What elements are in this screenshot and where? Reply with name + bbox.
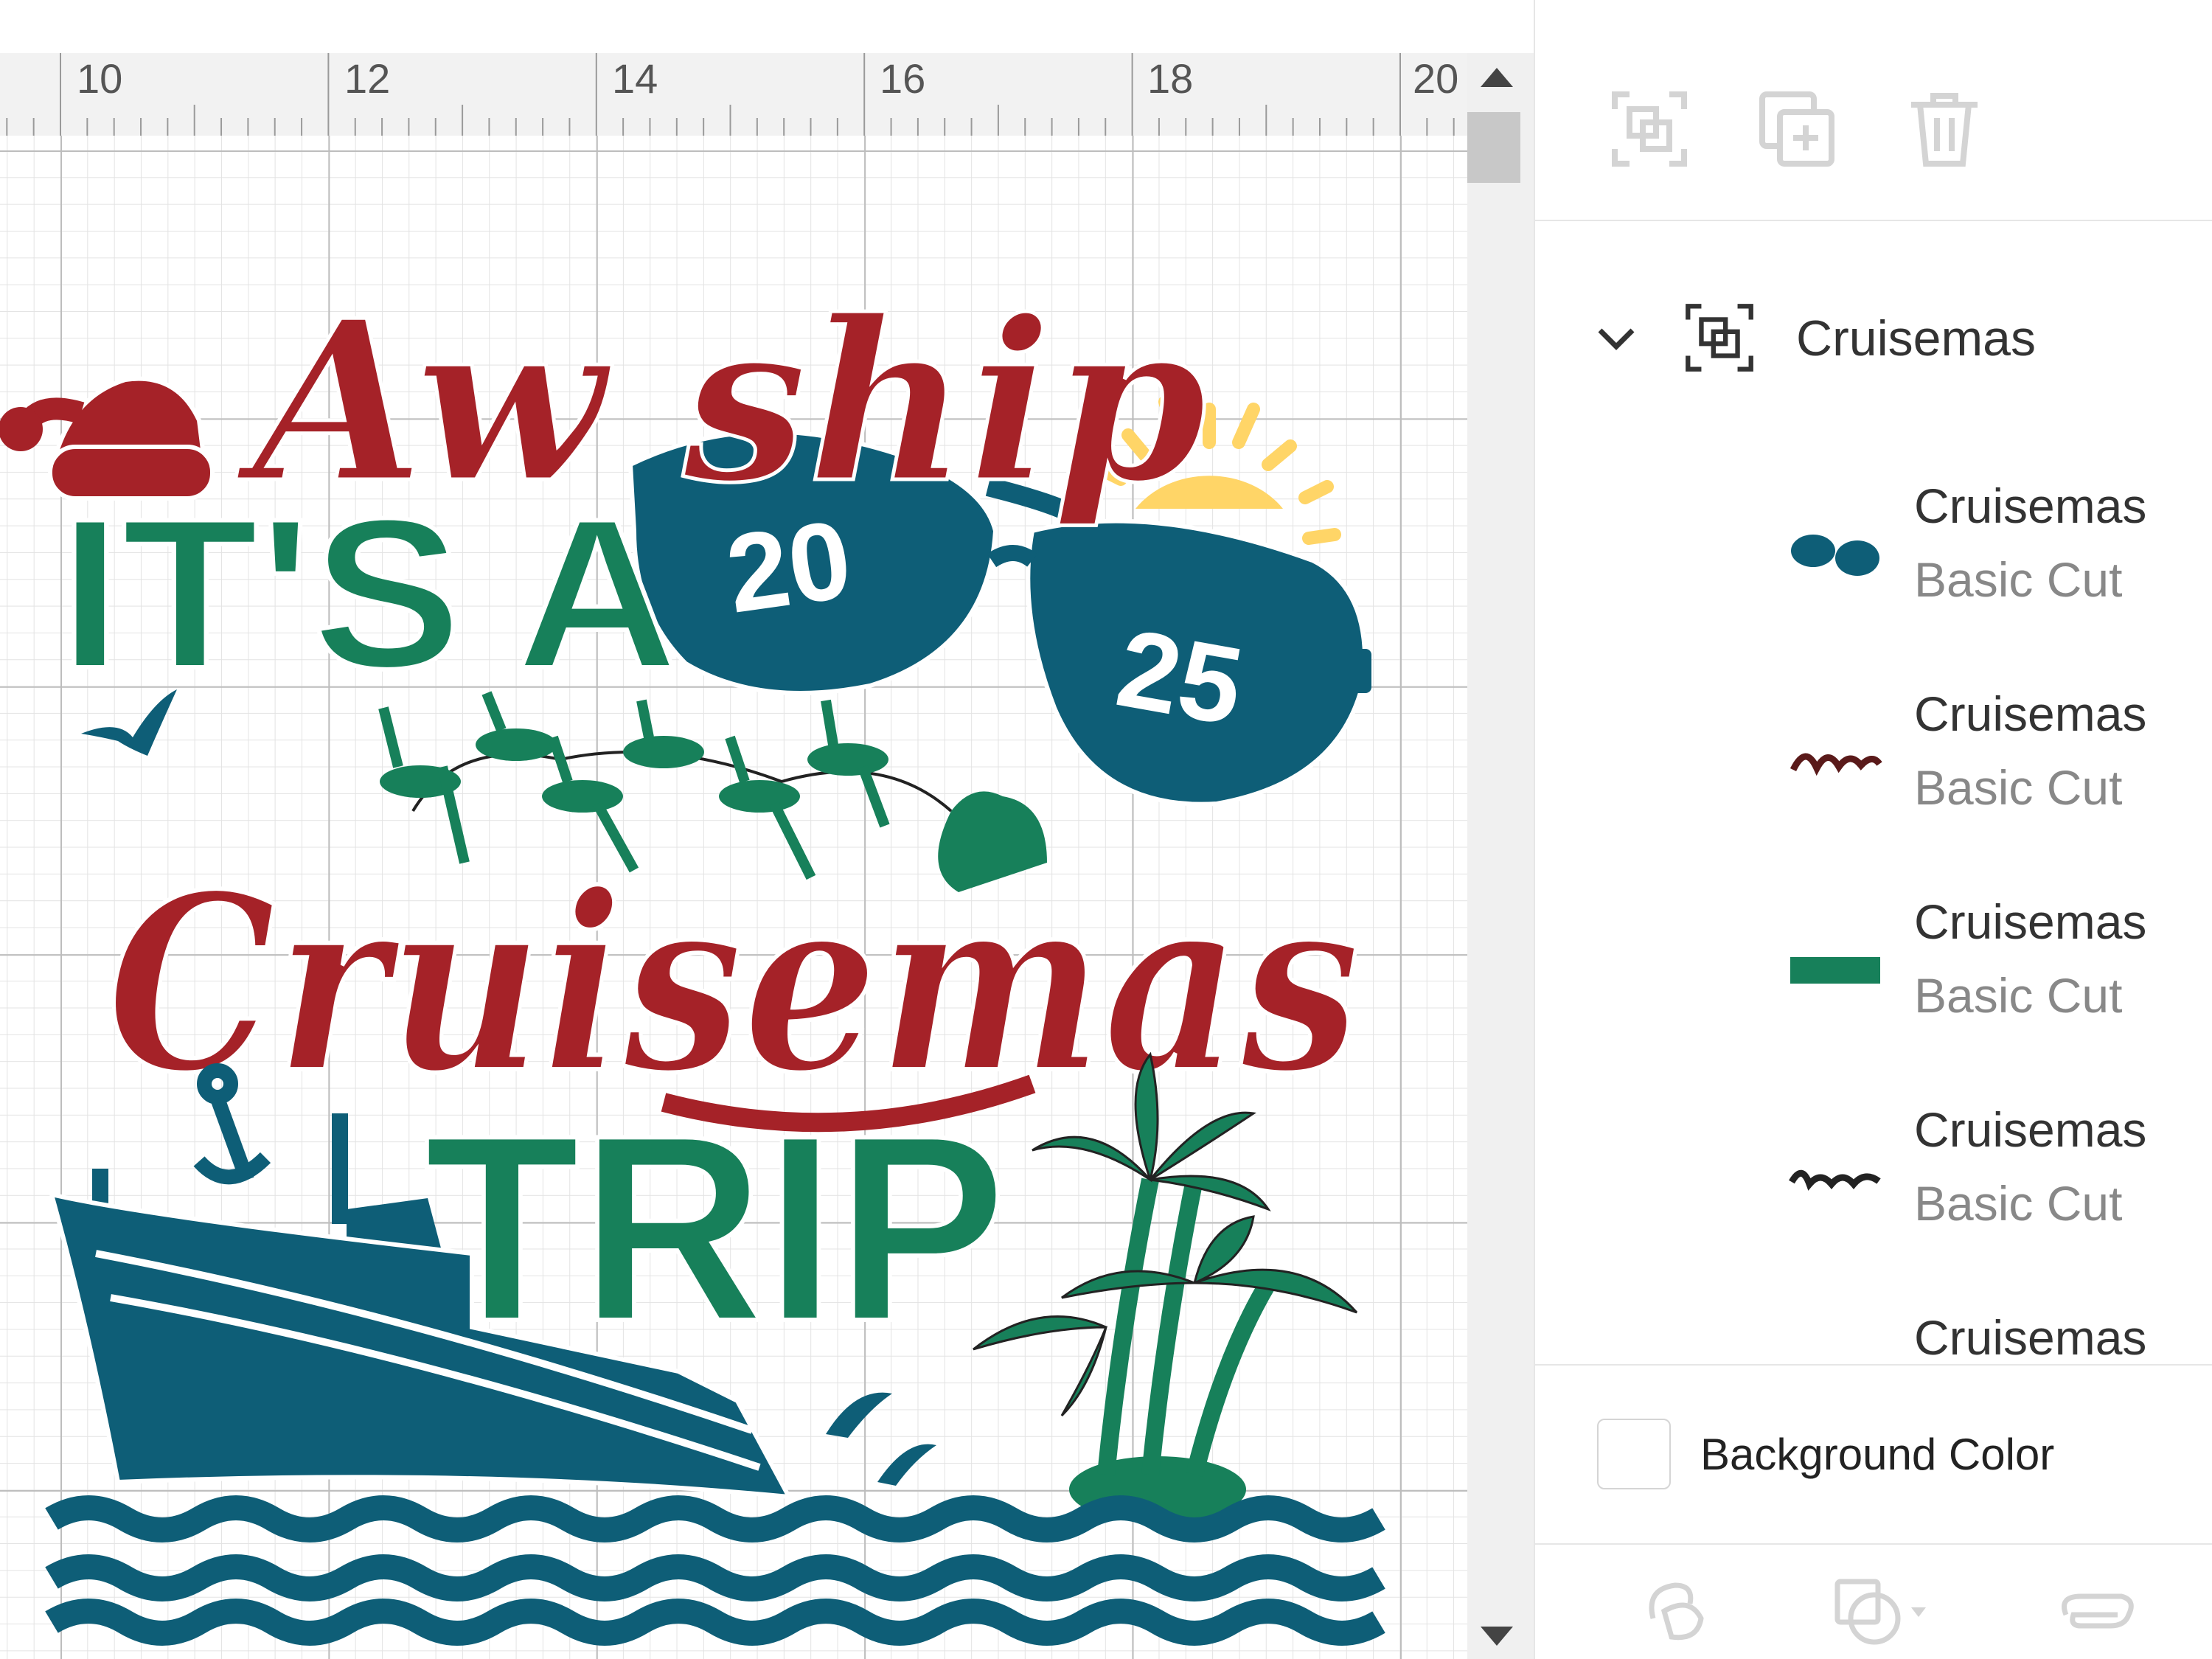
vertical-scrollbar[interactable]	[1467, 53, 1534, 1659]
chevron-down-icon[interactable]	[1594, 317, 1638, 361]
background-color-row[interactable]: Background Color	[1535, 1364, 2212, 1545]
layer-thumbnail-icon	[1787, 1357, 1883, 1364]
layer-item[interactable]: Cruisemas Basic Cut	[1535, 1096, 2212, 1280]
layers-panel: Cruisemas Cruisemas Basic Cut Cruisemas …	[1534, 0, 2212, 1659]
trash-icon[interactable]	[1904, 88, 1985, 170]
horizontal-ruler: 10 12 14 16 18 20	[0, 53, 1467, 136]
aw-ship-thumbnail-icon	[1790, 753, 1882, 776]
duplicate-icon[interactable]	[1756, 88, 1837, 170]
layer-name: Cruisemas	[1914, 1102, 2147, 1157]
layer-type: Basic Cut	[1914, 552, 2123, 607]
layer-item[interactable]: Cruisemas Basic Cut	[1535, 1304, 2212, 1364]
sunglasses-thumbnail-icon	[1791, 535, 1879, 576]
layer-name: Cruisemas	[1914, 686, 2147, 741]
slice-icon[interactable]	[1638, 1574, 1712, 1648]
design-canvas[interactable]: 10 12 14 16 18 20 20 25 Aw ship IT'S A C…	[0, 0, 1534, 1659]
group-label: Cruisemas	[1796, 310, 2036, 366]
ruler-label-10: 10	[77, 55, 123, 102]
ruler-label-16: 16	[880, 55, 926, 102]
dolphin-icon	[826, 1392, 936, 1486]
group-icon[interactable]	[1609, 88, 1690, 170]
layer-name: Cruisemas	[1914, 1310, 2147, 1364]
scroll-thumb[interactable]	[1467, 112, 1520, 183]
layer-type: Basic Cut	[1914, 1176, 2123, 1231]
ruler-label-18: 18	[1147, 55, 1194, 102]
its-a-thumbnail-icon	[1790, 957, 1880, 984]
layer-type: Basic Cut	[1914, 968, 2123, 1023]
background-color-label: Background Color	[1700, 1430, 2055, 1479]
design-artwork[interactable]: 20 25 Aw ship IT'S A Cruisemas TRIP	[0, 136, 1467, 1659]
attach-icon[interactable]	[2051, 1574, 2140, 1648]
scroll-down-arrow-icon[interactable]	[1481, 1627, 1513, 1646]
layers-toolbar	[1535, 0, 2212, 221]
ruler-label-12: 12	[344, 55, 391, 102]
cruisemas-thumbnail-icon	[1789, 1169, 1881, 1191]
layer-type: Basic Cut	[1914, 760, 2123, 815]
layer-group-row[interactable]: Cruisemas	[1535, 295, 2212, 383]
combine-icon[interactable]	[1830, 1574, 1933, 1648]
layer-name: Cruisemas	[1914, 894, 2147, 949]
glasses-year-right: 25	[1109, 605, 1251, 748]
group-layer-icon	[1686, 304, 1753, 372]
ruler-label-14: 14	[612, 55, 658, 102]
layer-item[interactable]: Cruisemas Basic Cut	[1535, 472, 2212, 656]
layer-name: Cruisemas	[1914, 479, 2147, 533]
background-color-swatch[interactable]	[1597, 1419, 1671, 1489]
trip-text: TRIP	[424, 1080, 1006, 1377]
its-a-text: IT'S A	[59, 474, 678, 713]
waves-icon	[45, 1495, 1385, 1646]
layers-bottom-toolbar	[1535, 1545, 2212, 1659]
ruler-label-20: 20	[1413, 55, 1459, 102]
layer-item[interactable]: Cruisemas Basic Cut	[1535, 888, 2212, 1072]
scroll-up-arrow-icon[interactable]	[1481, 68, 1513, 87]
layers-list: Cruisemas Basic Cut Cruisemas Basic Cut …	[1535, 442, 2212, 1364]
ruler-ticks	[6, 53, 1455, 136]
layer-item[interactable]: Cruisemas Basic Cut	[1535, 680, 2212, 864]
canvas-top-strip	[0, 0, 1534, 53]
